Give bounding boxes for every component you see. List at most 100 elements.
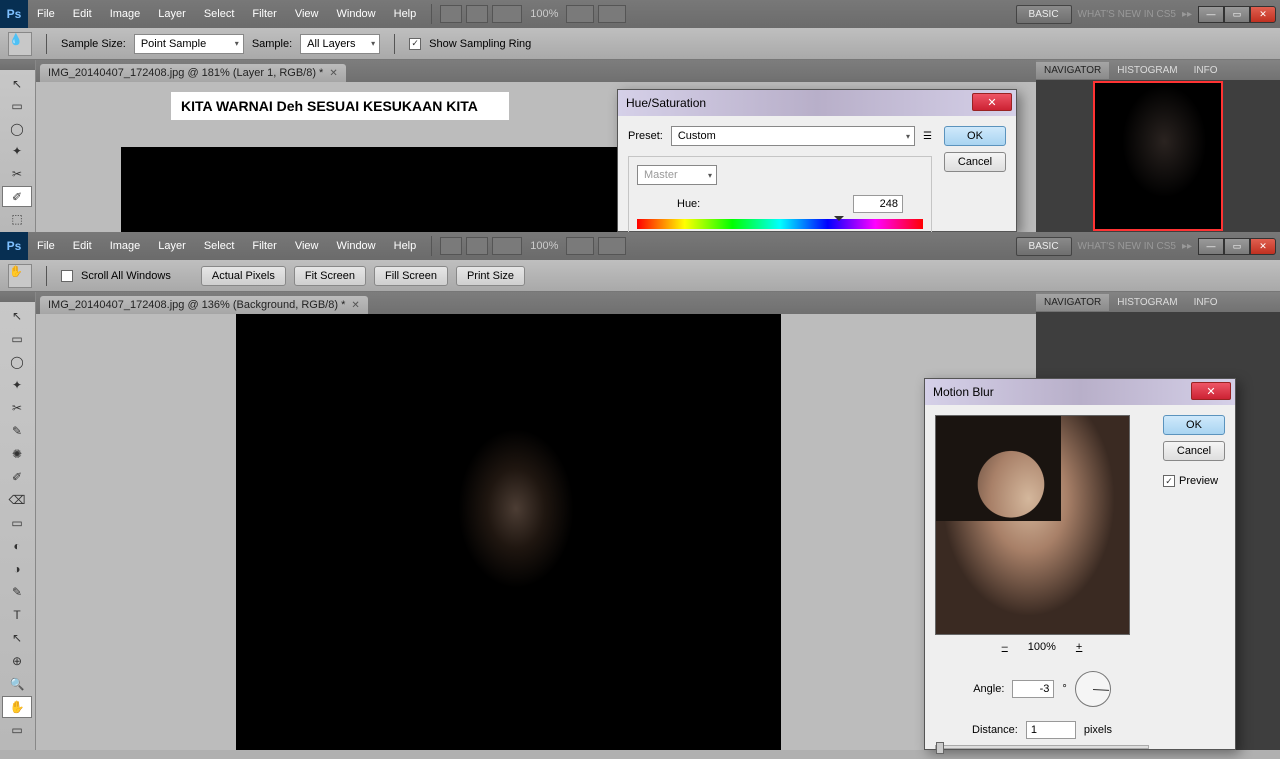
- workspace-whatsnew-link[interactable]: WHAT'S NEW IN CS5: [1078, 241, 1176, 252]
- wand-tool[interactable]: ✦: [2, 374, 32, 396]
- window-close-button[interactable]: ✕: [1250, 6, 1276, 23]
- type-tool[interactable]: T: [2, 604, 32, 626]
- launch-bridge-icon[interactable]: [440, 237, 462, 255]
- hue-input[interactable]: [853, 195, 903, 213]
- fit-screen-button[interactable]: Fit Screen: [294, 266, 366, 286]
- window-minimize-button[interactable]: —: [1198, 238, 1224, 255]
- menu-edit[interactable]: Edit: [64, 240, 101, 252]
- blur-tool[interactable]: ✎: [2, 581, 32, 603]
- lasso-tool[interactable]: ◯: [2, 118, 32, 140]
- screenmode-icon[interactable]: [598, 5, 626, 23]
- menu-layer[interactable]: Layer: [149, 8, 195, 20]
- panel-tab-info[interactable]: INFO: [1186, 294, 1226, 311]
- crop-tool[interactable]: ✂: [2, 163, 32, 185]
- move-tool[interactable]: ↖: [2, 305, 32, 327]
- move-tool[interactable]: ↖: [2, 73, 32, 95]
- menu-view[interactable]: View: [286, 240, 328, 252]
- ok-button[interactable]: OK: [944, 126, 1006, 146]
- cancel-button[interactable]: Cancel: [944, 152, 1006, 172]
- zoom-level[interactable]: 100%: [524, 240, 564, 252]
- zoom-in-button[interactable]: +: [1076, 641, 1082, 653]
- window-minimize-button[interactable]: —: [1198, 6, 1224, 23]
- hand-tool[interactable]: ✋: [2, 696, 32, 718]
- dialog-titlebar[interactable]: Motion Blur ✕: [925, 379, 1235, 405]
- eyedropper-tool-icon[interactable]: 💧: [8, 32, 32, 56]
- hue-slider[interactable]: [637, 219, 923, 229]
- brush-tool[interactable]: ✐: [2, 466, 32, 488]
- gradient-tool[interactable]: ◑: [2, 558, 32, 580]
- workspace-basic-button[interactable]: BASIC: [1016, 237, 1072, 256]
- zoom-tool[interactable]: 🔍: [2, 673, 32, 695]
- menu-edit[interactable]: Edit: [64, 8, 101, 20]
- cancel-button[interactable]: Cancel: [1163, 441, 1225, 461]
- history-brush-tool[interactable]: ▭: [2, 512, 32, 534]
- menu-filter[interactable]: Filter: [243, 240, 285, 252]
- workspace-whatsnew-link[interactable]: WHAT'S NEW IN CS5: [1078, 9, 1176, 20]
- launch-bridge-icon[interactable]: [440, 5, 462, 23]
- motion-blur-dialog[interactable]: Motion Blur ✕ – 100% + Angle: ° Distance…: [924, 378, 1236, 750]
- window-restore-button[interactable]: ▭: [1224, 238, 1250, 255]
- viewport-bottom[interactable]: [36, 314, 1036, 750]
- arrange-icon[interactable]: [566, 237, 594, 255]
- menu-image[interactable]: Image: [101, 8, 150, 20]
- menu-help[interactable]: Help: [385, 8, 426, 20]
- print-size-button[interactable]: Print Size: [456, 266, 525, 286]
- menu-help[interactable]: Help: [385, 240, 426, 252]
- menu-file[interactable]: File: [28, 240, 64, 252]
- menu-window[interactable]: Window: [328, 240, 385, 252]
- arrange-icon[interactable]: [566, 5, 594, 23]
- preset-dropdown[interactable]: Custom: [671, 126, 915, 146]
- shape-tool[interactable]: ⊕: [2, 650, 32, 672]
- menu-select[interactable]: Select: [195, 8, 244, 20]
- filter-preview[interactable]: [935, 415, 1130, 635]
- eyedropper-tool[interactable]: ✐: [2, 186, 32, 208]
- menu-view[interactable]: View: [286, 8, 328, 20]
- menu-window[interactable]: Window: [328, 8, 385, 20]
- show-ring-checkbox[interactable]: ✓: [409, 38, 421, 50]
- preview-checkbox[interactable]: ✓: [1163, 475, 1175, 487]
- wand-tool[interactable]: ✦: [2, 141, 32, 163]
- sample-dropdown[interactable]: All Layers: [300, 34, 380, 54]
- color-swatch[interactable]: ▭: [2, 719, 32, 741]
- path-tool[interactable]: ↖: [2, 627, 32, 649]
- more-workspaces-icon[interactable]: ▸▸: [1182, 9, 1192, 20]
- workspace-basic-button[interactable]: BASIC: [1016, 5, 1072, 24]
- menu-select[interactable]: Select: [195, 240, 244, 252]
- screenmode-icon[interactable]: [598, 237, 626, 255]
- zoom-out-button[interactable]: –: [1002, 641, 1008, 653]
- document-tab-bottom[interactable]: IMG_20140407_172408.jpg @ 136% (Backgrou…: [40, 296, 368, 314]
- sample-size-dropdown[interactable]: Point Sample: [134, 34, 244, 54]
- distance-input[interactable]: [1026, 721, 1076, 739]
- hue-saturation-dialog[interactable]: Hue/Saturation ✕ Preset: Custom ☰ Master…: [617, 89, 1017, 232]
- menu-file[interactable]: File: [28, 8, 64, 20]
- angle-dial[interactable]: [1075, 671, 1111, 707]
- tab-close-icon[interactable]: ✕: [329, 68, 337, 79]
- document-tab-top[interactable]: IMG_20140407_172408.jpg @ 181% (Layer 1,…: [40, 64, 346, 82]
- minibridge-icon[interactable]: [466, 5, 488, 23]
- extras-icon[interactable]: [492, 5, 522, 23]
- window-close-button[interactable]: ✕: [1250, 238, 1276, 255]
- tab-close-icon[interactable]: ✕: [351, 300, 359, 311]
- scroll-all-checkbox[interactable]: [61, 270, 73, 282]
- dialog-close-button[interactable]: ✕: [1191, 382, 1231, 400]
- dialog-close-button[interactable]: ✕: [972, 93, 1012, 111]
- menu-image[interactable]: Image: [101, 240, 150, 252]
- menu-filter[interactable]: Filter: [243, 8, 285, 20]
- panel-tab-info[interactable]: INFO: [1186, 62, 1226, 79]
- angle-input[interactable]: [1012, 680, 1054, 698]
- panel-tab-histogram[interactable]: HISTOGRAM: [1109, 62, 1185, 79]
- crop-tool[interactable]: ✂: [2, 397, 32, 419]
- preset-menu-icon[interactable]: ☰: [923, 131, 932, 142]
- eyedropper-tool[interactable]: ✎: [2, 420, 32, 442]
- stamp-tool[interactable]: ⌫: [2, 489, 32, 511]
- menu-layer[interactable]: Layer: [149, 240, 195, 252]
- navigator-preview-top[interactable]: [1036, 80, 1280, 232]
- window-restore-button[interactable]: ▭: [1224, 6, 1250, 23]
- more-workspaces-icon[interactable]: ▸▸: [1182, 241, 1192, 252]
- minibridge-icon[interactable]: [466, 237, 488, 255]
- panel-tab-histogram[interactable]: HISTOGRAM: [1109, 294, 1185, 311]
- panel-tab-navigator[interactable]: NAVIGATOR: [1036, 62, 1109, 79]
- fill-screen-button[interactable]: Fill Screen: [374, 266, 448, 286]
- zoom-level[interactable]: 100%: [524, 8, 564, 20]
- distance-slider-thumb[interactable]: [936, 742, 944, 754]
